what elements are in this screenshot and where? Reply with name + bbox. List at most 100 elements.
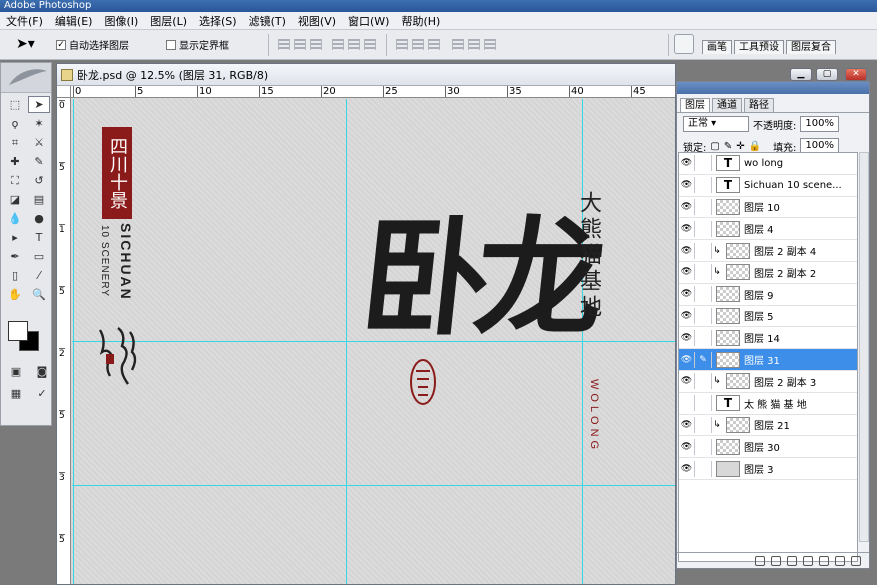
imageready-icon[interactable]: ✓ xyxy=(31,385,53,402)
layer-row[interactable]: 👁 ↳ 图层 21 xyxy=(679,415,857,437)
visibility-eye-icon[interactable]: 👁 xyxy=(679,177,695,194)
align-vcenter-icon[interactable] xyxy=(294,39,306,50)
brush-tool-icon[interactable]: ✎ xyxy=(28,153,50,170)
layer-style-icon[interactable] xyxy=(771,555,781,566)
menu-item[interactable]: 窗口(W) xyxy=(342,13,395,29)
visibility-eye-icon[interactable]: 👁 xyxy=(679,220,695,237)
show-bounds-option[interactable]: 显示定界框 xyxy=(166,37,229,52)
show-bounds-checkbox[interactable] xyxy=(166,39,176,50)
tab-paths[interactable]: 路径 xyxy=(744,98,774,112)
history-brush-tool-icon[interactable]: ↺ xyxy=(28,172,50,189)
visibility-eye-icon[interactable]: 👁 xyxy=(679,242,695,259)
layer-row[interactable]: T太 熊 猫 基 地 xyxy=(679,393,857,415)
opacity-input[interactable]: 100% xyxy=(800,116,839,132)
visibility-eye-icon[interactable]: 👁 xyxy=(679,416,695,433)
visibility-eye-icon[interactable]: 👁 xyxy=(679,438,695,455)
layer-row[interactable]: 👁 ✎ 图层 31 xyxy=(679,349,857,371)
screen-mode-icon[interactable]: ▦ xyxy=(5,385,27,402)
menu-item[interactable]: 滤镜(T) xyxy=(243,13,292,29)
layer-row[interactable]: 👁 ↳ 图层 2 副本 4 xyxy=(679,240,857,262)
maximize-button[interactable]: ▢ xyxy=(816,68,838,81)
distribute-hcenter-icon[interactable] xyxy=(468,39,480,50)
distribute-top-icon[interactable] xyxy=(396,39,408,50)
link-cell[interactable] xyxy=(695,198,712,215)
visibility-eye-icon[interactable] xyxy=(679,395,695,412)
path-selection-tool-icon[interactable]: ▸ xyxy=(4,229,26,246)
healing-brush-tool-icon[interactable]: ✚ xyxy=(4,153,26,170)
distribute-bottom-icon[interactable] xyxy=(428,39,440,50)
horizontal-ruler[interactable]: 0 5 10 15 20 25 30 35 40 45 xyxy=(71,86,675,98)
visibility-eye-icon[interactable]: 👁 xyxy=(679,307,695,324)
layer-row[interactable]: 👁 ↳ 图层 2 副本 2 xyxy=(679,262,857,284)
gradient-tool-icon[interactable]: ▤ xyxy=(28,191,50,208)
align-left-icon[interactable] xyxy=(332,39,344,50)
move-tool-icon[interactable]: ➤ xyxy=(28,96,50,113)
adjustment-layer-icon[interactable] xyxy=(819,555,829,566)
slice-tool-icon[interactable]: ⚔ xyxy=(28,134,50,151)
panel-titlebar[interactable] xyxy=(677,82,869,94)
link-cell[interactable] xyxy=(695,286,712,303)
link-cell[interactable] xyxy=(695,155,712,172)
layer-row[interactable]: 👁 图层 3 xyxy=(679,458,857,480)
link-cell[interactable] xyxy=(695,242,712,259)
align-bottom-icon[interactable] xyxy=(310,39,322,50)
distribute-right-icon[interactable] xyxy=(484,39,496,50)
move-tool-preset-icon[interactable]: ➤▾ xyxy=(16,36,35,52)
eyedropper-tool-icon[interactable]: ⁄ xyxy=(28,267,50,284)
link-cell[interactable] xyxy=(695,329,712,346)
palette-tab-layer-comps[interactable]: 图层复合 xyxy=(786,40,836,54)
palette-tab-tool-presets[interactable]: 工具预设 xyxy=(734,40,784,54)
link-cell[interactable] xyxy=(695,307,712,324)
notes-tool-icon[interactable]: ▯ xyxy=(4,267,26,284)
ruler-origin[interactable] xyxy=(57,86,71,98)
layers-scrollbar[interactable] xyxy=(859,152,869,542)
link-cell[interactable] xyxy=(695,220,712,237)
hand-tool-icon[interactable]: ✋ xyxy=(4,286,26,303)
marquee-tool-icon[interactable]: ⬚ xyxy=(4,96,26,113)
visibility-eye-icon[interactable]: 👁 xyxy=(679,329,695,346)
vertical-ruler[interactable]: 0 5 1 5 2 5 3 5 xyxy=(57,98,71,584)
visibility-eye-icon[interactable]: 👁 xyxy=(679,198,695,215)
menu-item[interactable]: 选择(S) xyxy=(193,13,243,29)
menu-item[interactable]: 帮助(H) xyxy=(395,13,446,29)
zoom-tool-icon[interactable]: 🔍 xyxy=(28,286,50,303)
blur-tool-icon[interactable]: 💧 xyxy=(4,210,26,227)
eraser-tool-icon[interactable]: ◪ xyxy=(4,191,26,208)
layer-row[interactable]: 👁 ↳ 图层 2 副本 3 xyxy=(679,371,857,393)
distribute-vcenter-icon[interactable] xyxy=(412,39,424,50)
clone-stamp-tool-icon[interactable]: ⛶ xyxy=(4,172,26,189)
quick-mask-icon[interactable]: ◙ xyxy=(31,363,53,380)
link-cell[interactable] xyxy=(695,264,712,281)
link-cell[interactable] xyxy=(695,416,712,433)
document-titlebar[interactable]: 卧龙.psd @ 12.5% (图层 31, RGB/8) xyxy=(57,64,675,86)
menu-item[interactable]: 图像(I) xyxy=(98,13,144,29)
auto-select-option[interactable]: ✓ 自动选择图层 xyxy=(56,37,129,52)
distribute-left-icon[interactable] xyxy=(452,39,464,50)
link-cell[interactable] xyxy=(695,177,712,194)
standard-mode-icon[interactable]: ▣ xyxy=(5,363,27,380)
link-cell[interactable] xyxy=(695,373,712,390)
tab-layers[interactable]: 图层 xyxy=(680,98,710,112)
delete-layer-icon[interactable] xyxy=(851,555,861,566)
foreground-color-swatch[interactable] xyxy=(8,321,28,341)
layer-row[interactable]: 👁 图层 5 xyxy=(679,306,857,328)
visibility-eye-icon[interactable]: 👁 xyxy=(679,155,695,172)
visibility-eye-icon[interactable]: 👁 xyxy=(679,460,695,477)
lock-position-icon[interactable]: ✛ xyxy=(736,141,744,152)
crop-tool-icon[interactable]: ⌗ xyxy=(4,134,26,151)
menu-item[interactable]: 图层(L) xyxy=(144,13,193,29)
align-right-icon[interactable] xyxy=(364,39,376,50)
align-buttons[interactable] xyxy=(278,39,322,51)
auto-select-checkbox[interactable]: ✓ xyxy=(56,39,66,50)
lock-image-icon[interactable]: ✎ xyxy=(724,141,732,152)
type-tool-icon[interactable]: T xyxy=(28,229,50,246)
menu-item[interactable]: 文件(F) xyxy=(0,13,49,29)
visibility-eye-icon[interactable]: 👁 xyxy=(679,264,695,281)
layer-row[interactable]: 👁 图层 10 xyxy=(679,197,857,219)
visibility-eye-icon[interactable]: 👁 xyxy=(679,351,695,368)
align-top-icon[interactable] xyxy=(278,39,290,50)
new-layer-icon[interactable] xyxy=(835,555,845,566)
align-hcenter-icon[interactable] xyxy=(348,39,360,50)
minimize-button[interactable]: ▁ xyxy=(790,68,812,81)
lock-all-icon[interactable]: 🔒 xyxy=(749,141,761,152)
